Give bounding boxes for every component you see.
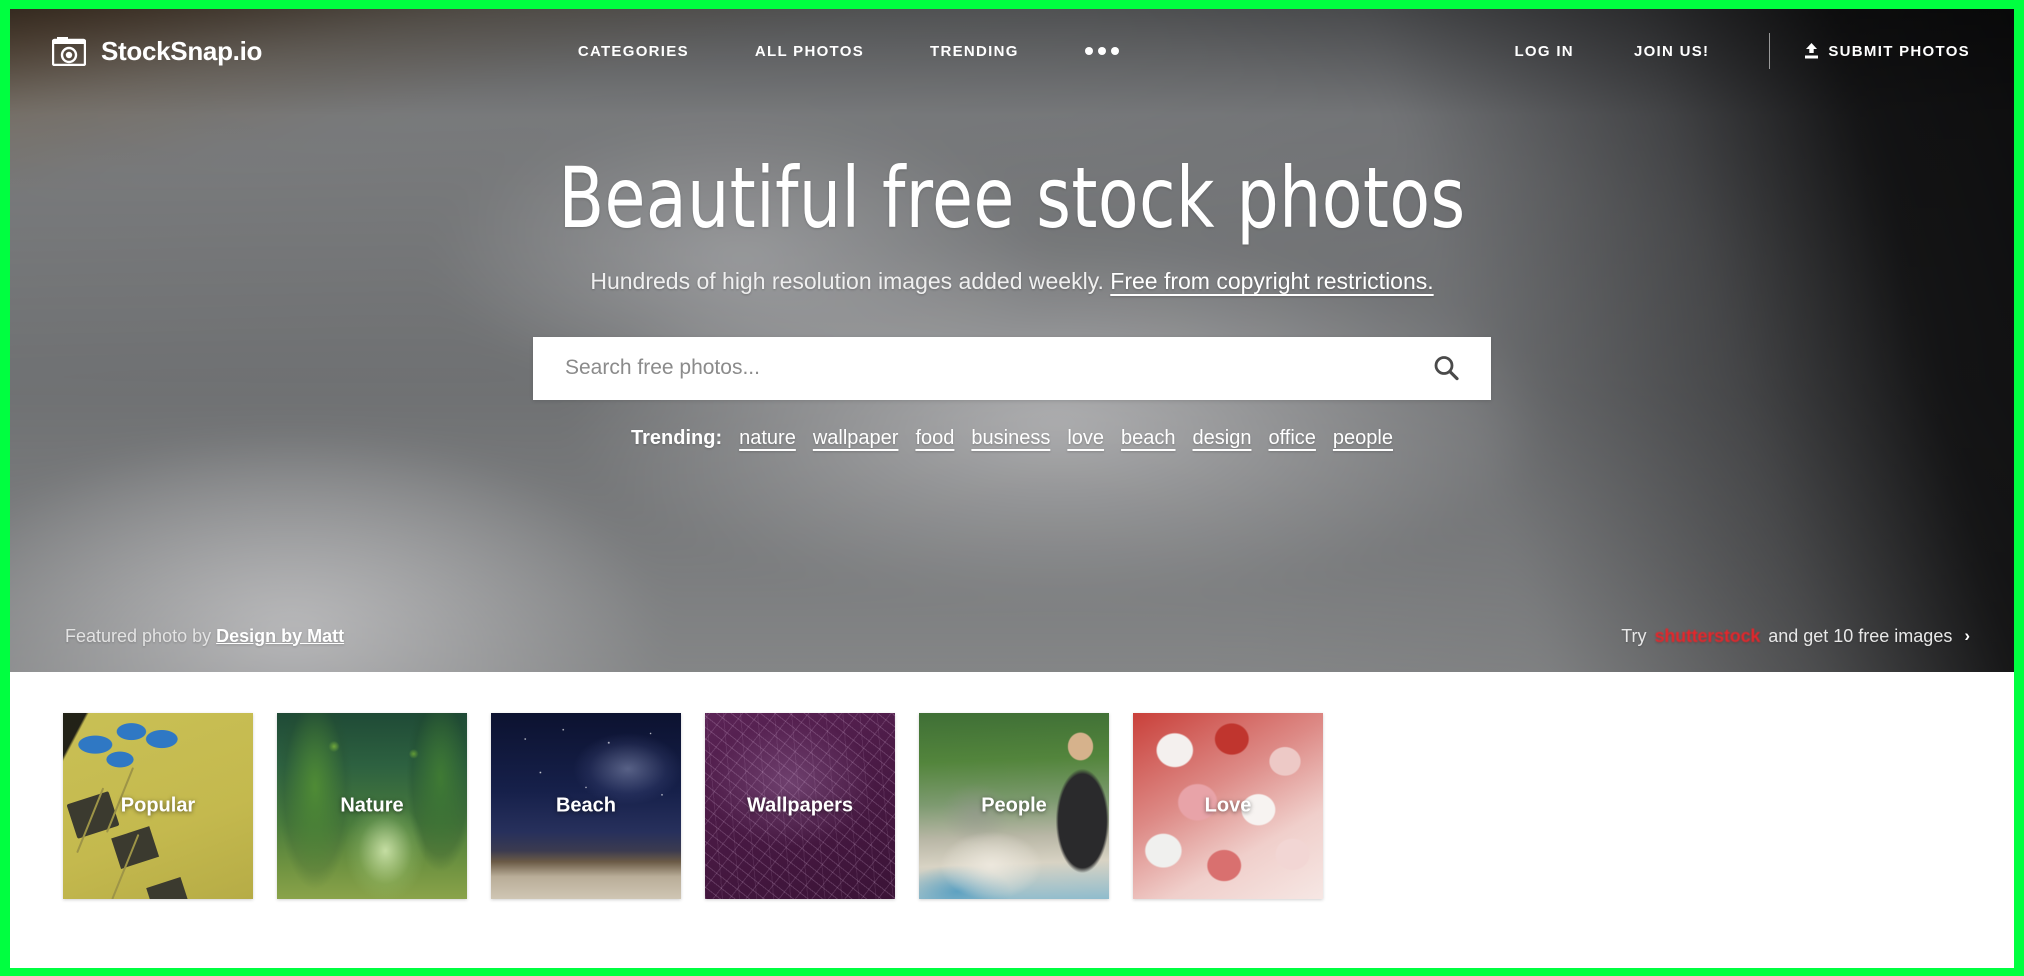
trending-tag-design[interactable]: design bbox=[1193, 427, 1252, 450]
promo-prefix: Try bbox=[1621, 625, 1647, 646]
nav-link-all-photos[interactable]: ALL PHOTOS bbox=[755, 43, 864, 60]
join-us-link[interactable]: JOIN US! bbox=[1634, 43, 1709, 60]
promo-suffix: and get 10 free images bbox=[1768, 625, 1953, 646]
brand-logo-link[interactable]: StockSnap.io bbox=[52, 36, 262, 67]
trending-tag-business[interactable]: business bbox=[971, 427, 1050, 450]
hero-content: Beautiful free stock photos Hundreds of … bbox=[10, 149, 2014, 450]
trending-tag-love[interactable]: love bbox=[1067, 427, 1104, 450]
nav-link-categories[interactable]: CATEGORIES bbox=[578, 43, 689, 60]
search-input[interactable] bbox=[565, 356, 1427, 381]
trending-tag-wallpaper[interactable]: wallpaper bbox=[813, 427, 899, 450]
trending-label: Trending: bbox=[631, 426, 723, 449]
submit-photos-label: SUBMIT PHOTOS bbox=[1828, 42, 1970, 60]
nav-divider bbox=[1769, 33, 1771, 69]
shutterstock-promo-link[interactable]: Try shutterstock and get 10 free images … bbox=[1621, 626, 1970, 647]
hero-subtitle: Hundreds of high resolution images added… bbox=[10, 268, 2014, 295]
category-tile-beach[interactable]: Beach bbox=[491, 713, 681, 899]
nav-center-links: CATEGORIES ALL PHOTOS TRENDING bbox=[262, 43, 1454, 60]
login-link[interactable]: LOG IN bbox=[1514, 43, 1573, 60]
trending-tag-office[interactable]: office bbox=[1268, 427, 1315, 450]
camera-icon bbox=[52, 36, 86, 66]
trending-tag-nature[interactable]: nature bbox=[739, 427, 796, 450]
three-dots-icon[interactable] bbox=[1084, 47, 1119, 55]
search-icon bbox=[1431, 353, 1461, 383]
trending-tag-food[interactable]: food bbox=[915, 427, 954, 450]
category-tile-popular[interactable]: Popular bbox=[63, 713, 253, 899]
category-label-wallpapers: Wallpapers bbox=[747, 794, 853, 817]
search-button[interactable] bbox=[1427, 353, 1465, 383]
brand-name: StockSnap.io bbox=[101, 35, 263, 66]
main-navbar: StockSnap.io CATEGORIES ALL PHOTOS TREND… bbox=[10, 9, 2014, 93]
category-label-people: People bbox=[981, 794, 1047, 817]
submit-photos-link[interactable]: SUBMIT PHOTOS bbox=[1804, 43, 1970, 60]
trending-tags: Trending: nature wallpaper food business… bbox=[10, 427, 2014, 450]
promo-brand-name: shutterstock bbox=[1654, 625, 1761, 646]
photo-credit-author-link[interactable]: Design by Matt bbox=[216, 626, 344, 646]
nav-link-trending[interactable]: TRENDING bbox=[930, 43, 1019, 60]
hero-footer: Featured photo by Design by Matt Try shu… bbox=[10, 600, 2014, 672]
photo-credit: Featured photo by Design by Matt bbox=[65, 626, 344, 647]
category-tile-love[interactable]: Love bbox=[1133, 713, 1323, 899]
category-tile-people[interactable]: People bbox=[919, 713, 1109, 899]
category-label-popular: Popular bbox=[120, 794, 196, 817]
category-tile-wallpapers[interactable]: Wallpapers bbox=[705, 713, 895, 899]
hero-section: StockSnap.io CATEGORIES ALL PHOTOS TREND… bbox=[10, 9, 2014, 672]
hero-subtitle-text: Hundreds of high resolution images added… bbox=[590, 267, 1104, 294]
nav-right-links: LOG IN JOIN US! SUBMIT PHOTOS bbox=[1454, 33, 1970, 69]
category-label-nature: Nature bbox=[340, 794, 404, 817]
search-bar bbox=[533, 336, 1491, 400]
copyright-link[interactable]: Free from copyright restrictions. bbox=[1110, 268, 1433, 294]
page-root: StockSnap.io CATEGORIES ALL PHOTOS TREND… bbox=[10, 9, 2014, 968]
hero-title: Beautiful free stock photos bbox=[558, 149, 1466, 247]
category-label-love: Love bbox=[1204, 794, 1252, 817]
upload-icon bbox=[1804, 43, 1819, 59]
chevron-right-icon: › bbox=[1964, 626, 1970, 645]
category-label-beach: Beach bbox=[555, 794, 617, 817]
photo-credit-prefix: Featured photo by bbox=[65, 625, 212, 646]
trending-tag-beach[interactable]: beach bbox=[1121, 427, 1176, 450]
capture-frame: StockSnap.io CATEGORIES ALL PHOTOS TREND… bbox=[0, 0, 2024, 976]
category-tile-nature[interactable]: Nature bbox=[277, 713, 467, 899]
trending-tag-people[interactable]: people bbox=[1333, 427, 1393, 450]
category-tiles: Popular Nature Beach Wallpapers People L… bbox=[10, 672, 2014, 899]
